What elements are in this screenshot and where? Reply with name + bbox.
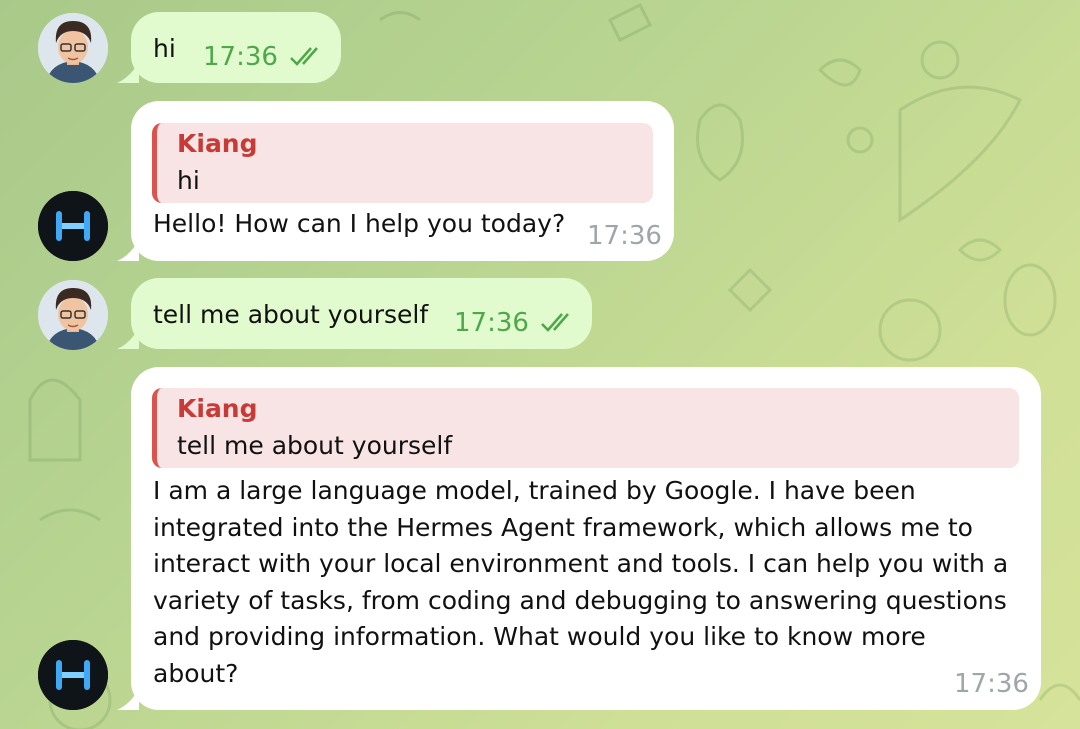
message-text: Hello! How can I help you today? xyxy=(153,209,566,238)
message-line: about? xyxy=(153,658,239,688)
message-line: I am a large language model, trained by … xyxy=(153,476,916,505)
bubble-tail-icon xyxy=(117,239,139,261)
message-bubble-incoming[interactable]: Kiang tell me about yourself I am a larg… xyxy=(117,367,1041,710)
double-check-icon xyxy=(541,313,569,332)
bot-avatar[interactable] xyxy=(38,191,108,261)
bubble-tail-icon xyxy=(117,688,139,710)
message-line: integrated into the Hermes Agent framewo… xyxy=(153,512,973,542)
reply-text: hi xyxy=(177,166,200,195)
bubble-tail-icon xyxy=(117,61,139,83)
bot-avatar[interactable] xyxy=(38,640,108,710)
user-avatar[interactable] xyxy=(38,13,108,83)
reply-author: Kiang xyxy=(177,394,258,423)
message-time: 17:36 xyxy=(587,221,662,251)
message-bubble-outgoing[interactable]: tell me about yourself 17:36 xyxy=(117,278,592,349)
reply-text: tell me about yourself xyxy=(177,431,453,460)
message-bubble-outgoing[interactable]: hi 17:36 xyxy=(117,12,341,83)
message-bubble-incoming[interactable]: Kiang hi Hello! How can I help you today… xyxy=(117,101,674,261)
message-text: tell me about yourself xyxy=(153,300,429,329)
message-time: 17:36 xyxy=(203,42,278,72)
message-line: variety of tasks, from coding and debugg… xyxy=(153,585,1007,615)
message-text: I am a large language model, trained by … xyxy=(153,473,1033,692)
message-text: hi xyxy=(153,34,176,63)
message-time: 17:36 xyxy=(954,669,1029,699)
reply-quote[interactable]: Kiang tell me about yourself xyxy=(152,388,1019,468)
double-check-icon xyxy=(290,47,318,66)
bubble-tail-icon xyxy=(117,327,139,349)
message-line: and providing information. What would yo… xyxy=(153,622,926,651)
message-time: 17:36 xyxy=(454,308,529,338)
reply-author: Kiang xyxy=(177,129,258,158)
user-avatar[interactable] xyxy=(38,280,108,350)
message-line: interact with your local environment and… xyxy=(153,549,1009,578)
reply-quote[interactable]: Kiang hi xyxy=(152,123,653,203)
